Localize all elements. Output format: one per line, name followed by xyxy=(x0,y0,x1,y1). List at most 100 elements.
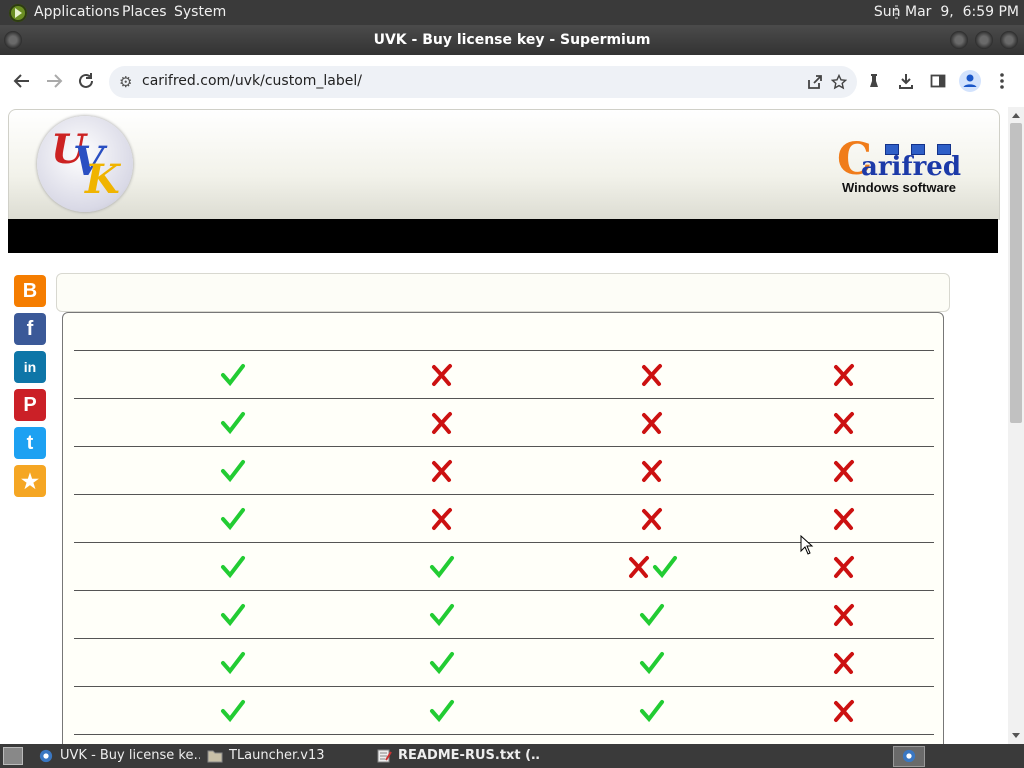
table-cell xyxy=(407,735,477,744)
check-icon xyxy=(640,603,664,626)
side-panel-icon[interactable] xyxy=(926,69,950,93)
folder-icon xyxy=(207,750,223,763)
table-cell xyxy=(617,735,687,744)
task-readme-label: README-RUS.txt (… xyxy=(398,748,540,763)
download-icon[interactable] xyxy=(894,69,918,93)
check-icon xyxy=(640,651,664,674)
check-icon xyxy=(221,363,245,386)
brand-name: arifred xyxy=(861,152,962,182)
check-icon xyxy=(430,603,454,626)
table-cell xyxy=(617,351,687,398)
check-icon xyxy=(430,699,454,722)
workspace-switcher[interactable] xyxy=(893,746,925,767)
table-cell xyxy=(407,591,477,638)
url-text[interactable]: carifred.com/uvk/custom_label/ xyxy=(142,73,362,89)
pinterest-icon[interactable]: P xyxy=(14,389,46,421)
cross-icon xyxy=(834,411,854,434)
logo-letter-k: K xyxy=(85,156,120,203)
table-cell xyxy=(617,591,687,638)
minimize-button[interactable] xyxy=(950,31,968,49)
menu-places[interactable]: Places xyxy=(122,4,167,20)
table-cell xyxy=(809,687,879,734)
taskbar: UVK - Buy license ke… TLauncher.v13 READ… xyxy=(0,744,1024,768)
page-viewport: U V K C arifred Windows software Bf in Pt ★ xyxy=(0,107,1008,744)
info-box xyxy=(56,273,950,312)
table-row xyxy=(74,590,934,638)
page-scrollbar[interactable] xyxy=(1008,107,1024,744)
scroll-up-icon[interactable] xyxy=(1012,113,1020,118)
check-icon xyxy=(221,555,245,578)
back-arrow-icon[interactable] xyxy=(10,69,34,93)
window-title: UVK - Buy license key - Supermium xyxy=(373,32,651,48)
clock[interactable]: Sun Mar 9, 6:59 PM xyxy=(874,4,1019,20)
linkedin-icon[interactable]: in xyxy=(14,351,46,383)
site-navbar xyxy=(8,219,998,253)
show-desktop-icon[interactable] xyxy=(3,747,23,765)
table-cell xyxy=(198,495,268,542)
table-cell xyxy=(198,543,268,590)
task-browser[interactable]: UVK - Buy license ke… xyxy=(34,746,200,766)
task-readme[interactable]: README-RUS.txt (… xyxy=(372,746,540,766)
extensions-icon[interactable] xyxy=(862,69,886,93)
blogger-icon[interactable]: B xyxy=(14,275,46,307)
table-cell xyxy=(809,735,879,744)
table-cell xyxy=(809,495,879,542)
scroll-down-icon[interactable] xyxy=(1012,733,1020,738)
table-cell xyxy=(809,543,879,590)
table-cell xyxy=(809,639,879,686)
uvk-logo[interactable]: U V K xyxy=(37,116,133,212)
comparison-table xyxy=(62,312,944,744)
cross-icon xyxy=(432,363,452,386)
text-editor-icon xyxy=(377,749,392,763)
table-row xyxy=(74,638,934,686)
reload-icon[interactable] xyxy=(74,69,98,93)
scroll-thumb[interactable] xyxy=(1010,123,1022,423)
table-row xyxy=(74,446,934,494)
forward-arrow-icon[interactable] xyxy=(42,69,66,93)
menu-applications[interactable]: Applications xyxy=(34,4,120,20)
task-browser-label: UVK - Buy license ke… xyxy=(60,748,200,763)
table-row xyxy=(74,686,934,734)
table-cell xyxy=(617,447,687,494)
table-cell xyxy=(407,351,477,398)
share-icon[interactable] xyxy=(803,70,827,94)
table-cell xyxy=(198,447,268,494)
table-cell xyxy=(407,495,477,542)
profile-avatar-icon[interactable] xyxy=(958,69,982,93)
table-cell xyxy=(198,735,268,744)
check-icon xyxy=(221,411,245,434)
bookmark-star-icon[interactable] xyxy=(827,70,851,94)
table-cell xyxy=(198,591,268,638)
cross-icon xyxy=(834,363,854,386)
close-button[interactable] xyxy=(1000,31,1018,49)
facebook-icon[interactable]: f xyxy=(14,313,46,345)
browser-icon xyxy=(39,749,53,763)
cross-icon xyxy=(642,411,662,434)
twitter-icon[interactable]: t xyxy=(14,427,46,459)
table-cell xyxy=(407,447,477,494)
cross-icon xyxy=(834,699,854,722)
table-row xyxy=(74,734,934,744)
menu-kebab-icon[interactable] xyxy=(990,69,1014,93)
carifred-logo[interactable]: C arifred Windows software xyxy=(837,136,961,196)
table-cell xyxy=(617,639,687,686)
window-menu-button[interactable] xyxy=(4,31,22,49)
favorite-icon[interactable]: ★ xyxy=(14,465,46,497)
table-cell xyxy=(617,495,687,542)
address-bar[interactable]: ⚙ carifred.com/uvk/custom_label/ xyxy=(109,66,857,98)
check-icon xyxy=(653,555,677,578)
site-info-icon[interactable]: ⚙ xyxy=(119,73,132,91)
table-cell xyxy=(617,399,687,446)
task-tlauncher[interactable]: TLauncher.v13 xyxy=(203,746,368,766)
applications-icon[interactable] xyxy=(9,4,27,22)
cross-icon xyxy=(834,651,854,674)
check-icon xyxy=(221,699,245,722)
maximize-button[interactable] xyxy=(975,31,993,49)
cross-icon xyxy=(834,507,854,530)
check-icon xyxy=(221,603,245,626)
window-titlebar[interactable]: UVK - Buy license key - Supermium xyxy=(0,25,1024,55)
check-icon xyxy=(221,651,245,674)
table-cell xyxy=(809,591,879,638)
menu-system[interactable]: System xyxy=(174,4,226,20)
cross-icon xyxy=(432,459,452,482)
